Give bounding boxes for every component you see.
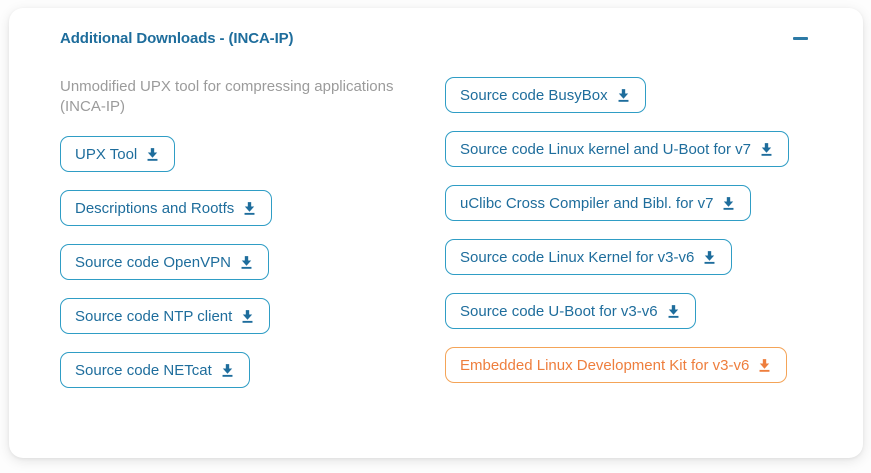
download-button[interactable]: uClibc Cross Compiler and Bibl. for v7 (445, 185, 751, 221)
download-button-label: Descriptions and Rootfs (75, 200, 234, 217)
download-button-label: uClibc Cross Compiler and Bibl. for v7 (460, 195, 713, 212)
download-icon (666, 304, 681, 319)
download-button-label: Source code U-Boot for v3-v6 (460, 303, 658, 320)
additional-downloads-card: Additional Downloads - (INCA-IP) Unmodif… (9, 8, 863, 458)
downloads-column-left: Unmodified UPX tool for compressing appl… (60, 77, 445, 406)
download-button[interactable]: Source code Linux Kernel for v3-v6 (445, 239, 732, 275)
download-button[interactable]: Source code OpenVPN (60, 244, 269, 280)
download-icon (239, 255, 254, 270)
downloads-column-right: Source code BusyBox Source code Linux ke… (445, 77, 812, 406)
minus-icon (793, 37, 808, 40)
download-button[interactable]: Source code BusyBox (445, 77, 646, 113)
description-text: Unmodified UPX tool for compressing appl… (60, 77, 412, 117)
collapse-button[interactable] (789, 31, 812, 46)
download-button-label: Source code NTP client (75, 308, 232, 325)
download-button-label: Embedded Linux Development Kit for v3-v6 (460, 357, 749, 374)
download-button-label: Source code BusyBox (460, 87, 608, 104)
download-button[interactable]: UPX Tool (60, 136, 175, 172)
download-icon (242, 201, 257, 216)
download-icon (220, 363, 235, 378)
download-button-label: Source code NETcat (75, 362, 212, 379)
download-button[interactable]: Source code NTP client (60, 298, 270, 334)
download-button[interactable]: Embedded Linux Development Kit for v3-v6 (445, 347, 787, 383)
download-icon (145, 147, 160, 162)
download-button-label: Source code Linux kernel and U-Boot for … (460, 141, 751, 158)
download-button-label: UPX Tool (75, 146, 137, 163)
download-icon (721, 196, 736, 211)
card-title: Additional Downloads - (INCA-IP) (60, 30, 293, 47)
download-icon (702, 250, 717, 265)
page-background: Additional Downloads - (INCA-IP) Unmodif… (0, 0, 871, 473)
download-button-label: Source code OpenVPN (75, 254, 231, 271)
card-header: Additional Downloads - (INCA-IP) (60, 30, 812, 47)
card-body: Unmodified UPX tool for compressing appl… (60, 77, 812, 406)
download-button[interactable]: Source code Linux kernel and U-Boot for … (445, 131, 789, 167)
download-button[interactable]: Source code U-Boot for v3-v6 (445, 293, 696, 329)
download-icon (616, 88, 631, 103)
download-icon (757, 358, 772, 373)
download-icon (759, 142, 774, 157)
download-button[interactable]: Source code NETcat (60, 352, 250, 388)
download-button-label: Source code Linux Kernel for v3-v6 (460, 249, 694, 266)
download-button[interactable]: Descriptions and Rootfs (60, 190, 272, 226)
download-icon (240, 309, 255, 324)
